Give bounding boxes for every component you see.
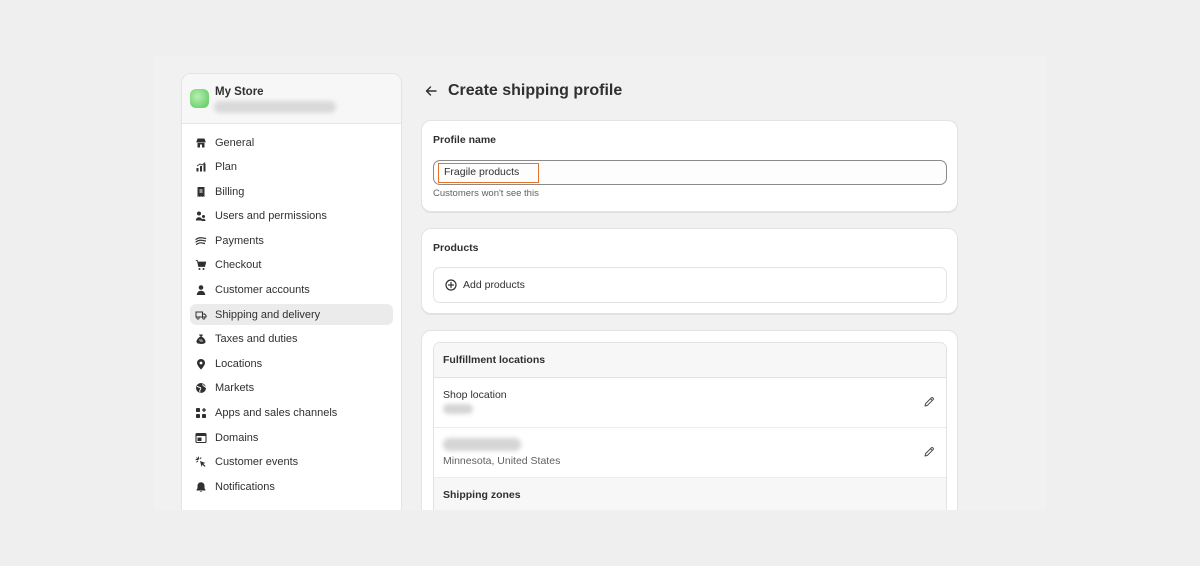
sidebar-item-label: General xyxy=(215,136,255,149)
location-address-redacted xyxy=(443,404,473,414)
cart-icon xyxy=(195,259,207,271)
profile-name-value: Fragile products xyxy=(438,163,539,183)
pencil-edit-icon[interactable] xyxy=(923,446,935,458)
sidebar-item-label: Checkout xyxy=(215,259,262,272)
sidebar-item-general[interactable]: General xyxy=(190,132,393,153)
fulfillment-locations-heading: Fulfillment locations xyxy=(434,343,946,378)
sidebar-item-apps-and-sales-channels[interactable]: Apps and sales channels xyxy=(190,403,393,424)
location-row: Minnesota, United States xyxy=(434,428,946,478)
sidebar-item-label: Shipping and delivery xyxy=(215,308,321,321)
sidebar-item-shipping-and-delivery[interactable]: Shipping and delivery xyxy=(190,304,393,326)
sidebar-nav: General Plan Billing Users and permissions P… xyxy=(182,124,401,497)
sidebar-item-label: Locations xyxy=(215,357,263,370)
payments-icon xyxy=(195,235,207,247)
sidebar-item-billing[interactable]: Billing xyxy=(190,181,393,202)
sidebar-item-label: Payments xyxy=(215,234,264,247)
person-icon xyxy=(195,284,207,296)
sidebar-item-payments[interactable]: Payments xyxy=(190,230,393,251)
tax-bag-icon: % xyxy=(195,333,207,345)
profile-name-input[interactable]: Fragile products xyxy=(433,160,947,185)
back-arrow-icon[interactable] xyxy=(424,84,438,98)
add-products-label: Add products xyxy=(463,279,525,291)
sidebar-item-notifications[interactable]: Notifications xyxy=(190,476,393,497)
truck-icon xyxy=(195,309,207,321)
sidebar-item-taxes-and-duties[interactable]: % Taxes and duties xyxy=(190,329,393,350)
store-icon xyxy=(195,137,207,149)
sidebar-item-locations[interactable]: Locations xyxy=(190,353,393,374)
profile-name-label: Profile name xyxy=(433,134,497,146)
shipping-zones-heading: Shipping zones xyxy=(434,478,946,510)
location-subtitle: Minnesota, United States xyxy=(443,455,561,467)
sidebar-item-label: Markets xyxy=(215,382,255,395)
domains-icon xyxy=(195,432,207,444)
products-label: Products xyxy=(433,242,479,254)
sidebar-item-label: Customer events xyxy=(215,456,299,469)
plus-circle-icon xyxy=(445,279,457,291)
cursor-click-icon xyxy=(195,456,207,468)
sidebar-item-label: Customer accounts xyxy=(215,284,310,297)
bell-icon xyxy=(195,481,207,493)
sidebar-item-label: Plan xyxy=(215,161,238,174)
profile-name-help: Customers won't see this xyxy=(433,188,539,199)
sidebar-item-label: Taxes and duties xyxy=(215,333,298,346)
store-logo xyxy=(190,89,209,108)
location-name-redacted xyxy=(443,438,521,451)
sidebar-item-users-and-permissions[interactable]: Users and permissions xyxy=(190,206,393,227)
location-row: Shop location xyxy=(434,378,946,428)
add-products-button[interactable]: Add products xyxy=(433,267,947,303)
sidebar-item-label: Users and permissions xyxy=(215,210,327,223)
store-url-redacted xyxy=(214,101,336,113)
store-header[interactable]: My Store xyxy=(182,74,401,124)
apps-icon xyxy=(195,407,207,419)
products-card: Products Add products xyxy=(421,228,958,314)
location-pin-icon xyxy=(195,358,207,370)
plan-chart-icon xyxy=(195,161,207,173)
sidebar-item-customer-accounts[interactable]: Customer accounts xyxy=(190,280,393,301)
pencil-edit-icon[interactable] xyxy=(923,396,935,408)
sidebar-item-checkout[interactable]: Checkout xyxy=(190,255,393,276)
store-name: My Store xyxy=(215,86,264,98)
sidebar-item-markets[interactable]: Markets xyxy=(190,378,393,399)
fulfillment-card: Fulfillment locations Shop location Minn… xyxy=(421,330,958,510)
location-title: Shop location xyxy=(443,389,507,401)
receipt-icon xyxy=(195,186,207,198)
sidebar-item-plan[interactable]: Plan xyxy=(190,157,393,178)
title-row: Create shipping profile xyxy=(424,82,622,100)
page-title: Create shipping profile xyxy=(448,82,623,99)
settings-sidebar: My Store General Plan Billing Users and per… xyxy=(181,73,402,510)
app-frame: My Store General Plan Billing Users and per… xyxy=(154,56,1046,510)
sidebar-item-label: Apps and sales channels xyxy=(215,407,338,420)
sidebar-item-customer-events[interactable]: Customer events xyxy=(190,452,393,473)
globe-icon xyxy=(195,382,207,394)
sidebar-item-label: Notifications xyxy=(215,480,275,493)
sidebar-item-label: Billing xyxy=(215,185,245,198)
fulfillment-locations-box: Fulfillment locations Shop location Minn… xyxy=(433,342,947,510)
sidebar-item-label: Domains xyxy=(215,431,259,444)
sidebar-item-domains[interactable]: Domains xyxy=(190,427,393,448)
profile-name-card: Profile name Fragile products Customers … xyxy=(421,120,958,212)
users-icon xyxy=(195,210,207,222)
svg-text:%: % xyxy=(199,338,203,343)
